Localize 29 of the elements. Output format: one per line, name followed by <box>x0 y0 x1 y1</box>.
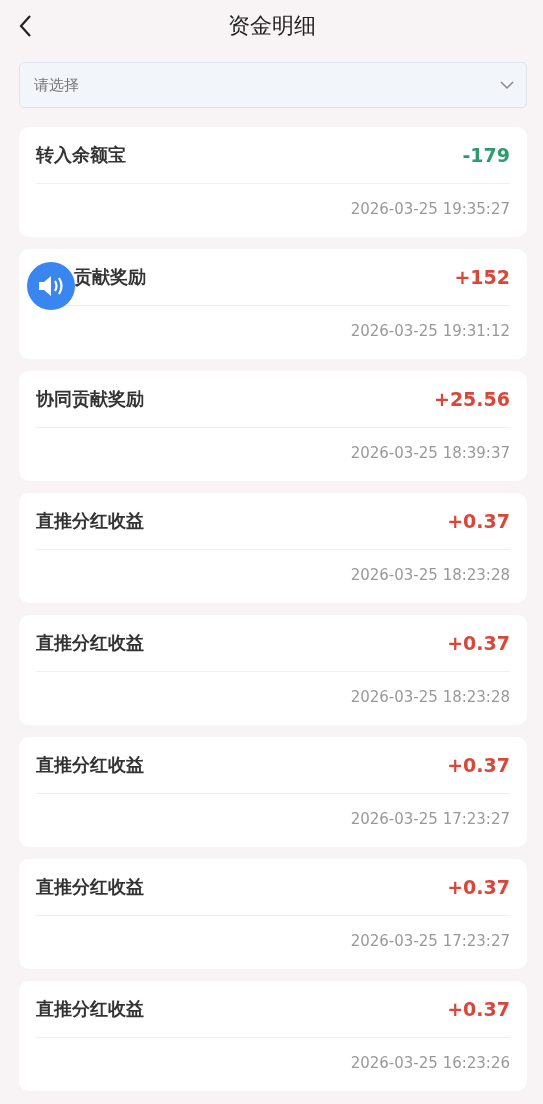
record-title: 直推分红收益 <box>36 997 144 1021</box>
record-time: 2026-03-25 19:35:27 <box>350 200 510 218</box>
filter-select[interactable]: 请选择 <box>19 62 527 108</box>
record-amount: +152 <box>454 266 510 288</box>
record-title: 直推分红收益 <box>36 753 144 777</box>
record-time: 2026-03-25 16:23:26 <box>350 1054 510 1072</box>
back-icon[interactable] <box>18 14 32 38</box>
record-amount: +0.37 <box>447 510 510 532</box>
record-amount: +0.37 <box>447 754 510 776</box>
record-title: 直推分红收益 <box>36 875 144 899</box>
record-title: 协同贡献奖励 <box>36 387 144 411</box>
record-title: 贡献奖励 <box>74 265 146 289</box>
record-time: 2026-03-25 18:23:28 <box>350 566 510 584</box>
record-time: 2026-03-25 19:31:12 <box>350 322 510 340</box>
record-amount: +0.37 <box>447 998 510 1020</box>
page-title: 资金明细 <box>227 12 316 40</box>
record-time: 2026-03-25 18:23:28 <box>350 688 510 706</box>
record-amount: +0.37 <box>447 632 510 654</box>
record-amount: -179 <box>462 144 510 166</box>
record-title: 直推分红收益 <box>36 631 144 655</box>
chevron-down-icon <box>500 80 514 90</box>
record-amount: +25.56 <box>433 388 510 410</box>
record-title: 转入余额宝 <box>36 143 126 167</box>
speaker-icon <box>37 274 65 298</box>
record-time: 2026-03-25 17:23:27 <box>350 932 510 950</box>
record-time: 2026-03-25 17:23:27 <box>350 810 510 828</box>
record-time: 2026-03-25 18:39:37 <box>350 444 510 462</box>
record-amount: +0.37 <box>447 876 510 898</box>
record-title: 直推分红收益 <box>36 509 144 533</box>
